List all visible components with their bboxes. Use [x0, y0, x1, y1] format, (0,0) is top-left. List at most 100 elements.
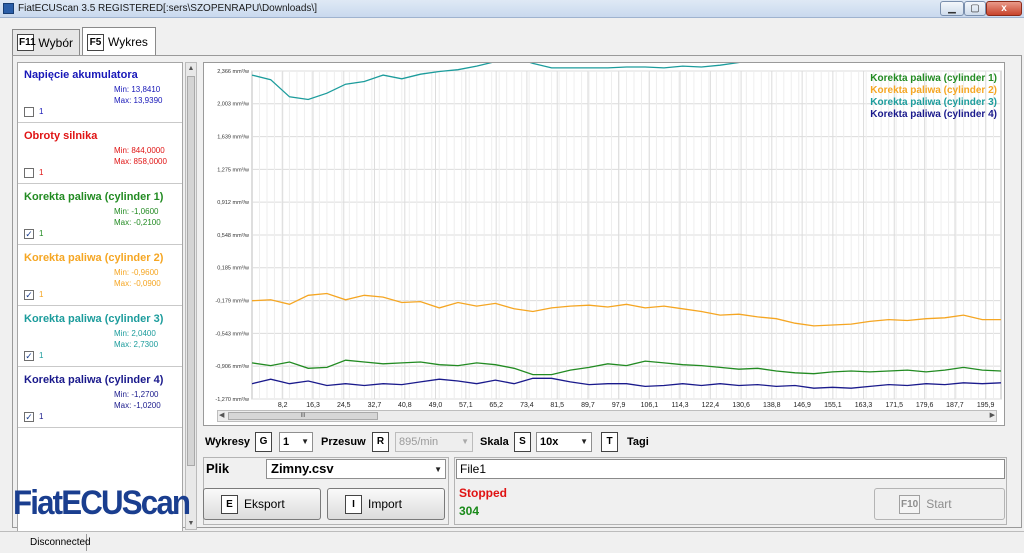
import-button[interactable]: I Import — [327, 488, 445, 520]
x-tick-label: 130,6 — [732, 402, 750, 409]
start-button[interactable]: F10 Start — [874, 488, 1005, 520]
x-tick-label: 40,8 — [398, 402, 412, 409]
przesuw-key: R — [372, 432, 389, 452]
x-tick-label: 73,4 — [520, 402, 534, 409]
chevron-down-icon: ▼ — [580, 437, 588, 446]
start-label: Start — [926, 497, 952, 511]
channel-item[interactable]: Obroty silnika Min: 844,0000 Max: 858,00… — [18, 124, 182, 184]
channel-name: Korekta paliwa (cylinder 4) — [24, 374, 164, 386]
x-tick-label: 163,3 — [855, 402, 873, 409]
x-tick-label: 81,5 — [550, 402, 564, 409]
channel-min: Min: 844,0000 — [114, 146, 165, 155]
channel-item[interactable]: Korekta paliwa (cylinder 3) Min: 2,0400 … — [18, 307, 182, 367]
x-tick-label: 57,1 — [459, 402, 473, 409]
legend-entry: Korekta paliwa (cylinder 2) — [870, 85, 997, 96]
file-name-field[interactable]: File1 — [456, 459, 1005, 479]
x-tick-label: 24,5 — [337, 402, 351, 409]
channel-checkbox[interactable] — [24, 107, 34, 117]
channel-max: Max: -0,0900 — [114, 279, 161, 288]
window-title: FiatECUScan 3.5 REGISTERED[:sers\SZOPENR… — [18, 3, 317, 14]
channel-max: Max: 13,9390 — [114, 96, 163, 105]
skala-label: Skala — [480, 436, 509, 448]
channel-name: Napięcie akumulatora — [24, 69, 138, 81]
channel-min: Min: -1,0600 — [114, 207, 159, 216]
hscroll-thumb[interactable]: III — [228, 412, 378, 420]
chevron-down-icon: ▼ — [301, 437, 309, 446]
start-key: F10 — [899, 494, 921, 514]
x-tick-label: 97,9 — [612, 402, 626, 409]
export-key: E — [221, 494, 238, 514]
y-tick-label: 2,003 mm³/w — [217, 102, 249, 108]
channel-index: 1 — [39, 229, 44, 238]
channel-item[interactable]: Korekta paliwa (cylinder 1) Min: -1,0600… — [18, 185, 182, 245]
file-select[interactable]: Zimny.csv ▼ — [266, 459, 446, 479]
wykresy-key: G — [255, 432, 272, 452]
scroll-right-arrow-icon[interactable]: ▶ — [990, 411, 995, 421]
title-bar[interactable]: FiatECUScan 3.5 REGISTERED[:sers\SZOPENR… — [0, 0, 1024, 18]
scroll-left-arrow-icon[interactable]: ◀ — [219, 411, 224, 421]
channel-checkbox[interactable]: ✓ — [24, 290, 34, 300]
channel-item[interactable]: Napięcie akumulatora Min: 13,8410 Max: 1… — [18, 63, 182, 123]
channel-index: 1 — [39, 290, 44, 299]
close-button[interactable]: x — [986, 1, 1022, 16]
chart-hscrollbar[interactable]: ◀ III ▶ — [217, 410, 997, 422]
export-button[interactable]: E Eksport — [203, 488, 321, 520]
tagi-label[interactable]: Tagi — [627, 436, 649, 448]
x-tick-label: 179,6 — [916, 402, 934, 409]
channel-min: Min: 2,0400 — [114, 329, 156, 338]
tab-wykres-key: F5 — [87, 33, 104, 51]
x-tick-label: 65,2 — [489, 402, 503, 409]
app-icon — [3, 3, 14, 14]
legend-entry: Korekta paliwa (cylinder 3) — [870, 97, 997, 108]
y-tick-label: 0,185 mm³/w — [217, 266, 249, 272]
y-tick-label: -0,906 mm³/w — [215, 364, 249, 370]
channel-item[interactable]: Korekta paliwa (cylinder 2) Min: -0,9600… — [18, 246, 182, 306]
x-tick-label: 146,9 — [793, 402, 811, 409]
scroll-thumb[interactable] — [187, 76, 195, 466]
channel-checkbox[interactable]: ✓ — [24, 229, 34, 239]
skala-select[interactable]: 10x ▼ — [536, 432, 592, 452]
x-tick-label: 122,4 — [702, 402, 720, 409]
skala-key: S — [514, 432, 531, 452]
y-tick-label: 2,366 mm³/w — [217, 69, 249, 75]
scroll-up-arrow-icon[interactable]: ▲ — [186, 63, 196, 74]
skala-value: 10x — [540, 436, 559, 448]
channel-min: Min: -1,2700 — [114, 390, 159, 399]
maximize-button[interactable]: ▢ — [964, 1, 986, 16]
channel-list-scrollbar[interactable]: ▲ ▼ — [185, 62, 197, 530]
channel-checkbox[interactable]: ✓ — [24, 351, 34, 361]
tab-wybor-key: F11 — [17, 34, 36, 51]
channel-index: 1 — [39, 107, 44, 116]
wykresy-select[interactable]: 1 ▼ — [279, 432, 313, 452]
minimize-button[interactable]: ▁ — [940, 1, 964, 16]
przesuw-value: 895/min — [399, 436, 439, 448]
tab-wybor[interactable]: F11 Wybór — [12, 29, 80, 55]
x-tick-label: 49,0 — [429, 402, 443, 409]
y-tick-label: 1,639 mm³/w — [217, 135, 249, 141]
chart: 2,366 mm³/w 2,003 mm³/w 1,639 mm³/w 1,275 m… — [215, 63, 1002, 409]
chart-area[interactable]: 2,366 mm³/w 2,003 mm³/w 1,639 mm³/w 1,275 m… — [203, 62, 1005, 426]
channel-max: Max: -1,0200 — [114, 401, 161, 410]
x-tick-label: 155,1 — [824, 402, 842, 409]
status-bar — [0, 531, 1024, 553]
channel-item[interactable]: Korekta paliwa (cylinder 4) Min: -1,2700… — [18, 368, 182, 428]
connection-status: Disconnected — [27, 534, 91, 551]
tagi-key[interactable]: T — [601, 432, 618, 452]
tab-wykres[interactable]: F5 Wykres — [82, 27, 156, 56]
channel-index: 1 — [39, 168, 44, 177]
channel-min: Min: -0,9600 — [114, 268, 159, 277]
x-tick-label: 138,8 — [763, 402, 781, 409]
channel-list[interactable]: Napięcie akumulatora Min: 13,8410 Max: 1… — [17, 62, 183, 532]
channel-checkbox[interactable] — [24, 168, 34, 178]
przesuw-select[interactable]: 895/min ▼ — [395, 432, 473, 452]
x-tick-label: 89,7 — [581, 402, 595, 409]
import-label: Import — [368, 497, 403, 511]
channel-max: Max: -0,2100 — [114, 218, 161, 227]
channel-name: Korekta paliwa (cylinder 3) — [24, 313, 164, 325]
brand-logo: FiatECUScan — [13, 484, 191, 522]
channel-checkbox[interactable]: ✓ — [24, 412, 34, 422]
recording-state: Stopped — [459, 486, 507, 500]
y-tick-label: -0,179 mm³/w — [215, 299, 249, 305]
y-tick-label: 0,912 mm³/w — [217, 200, 249, 206]
channel-name: Korekta paliwa (cylinder 1) — [24, 191, 164, 203]
